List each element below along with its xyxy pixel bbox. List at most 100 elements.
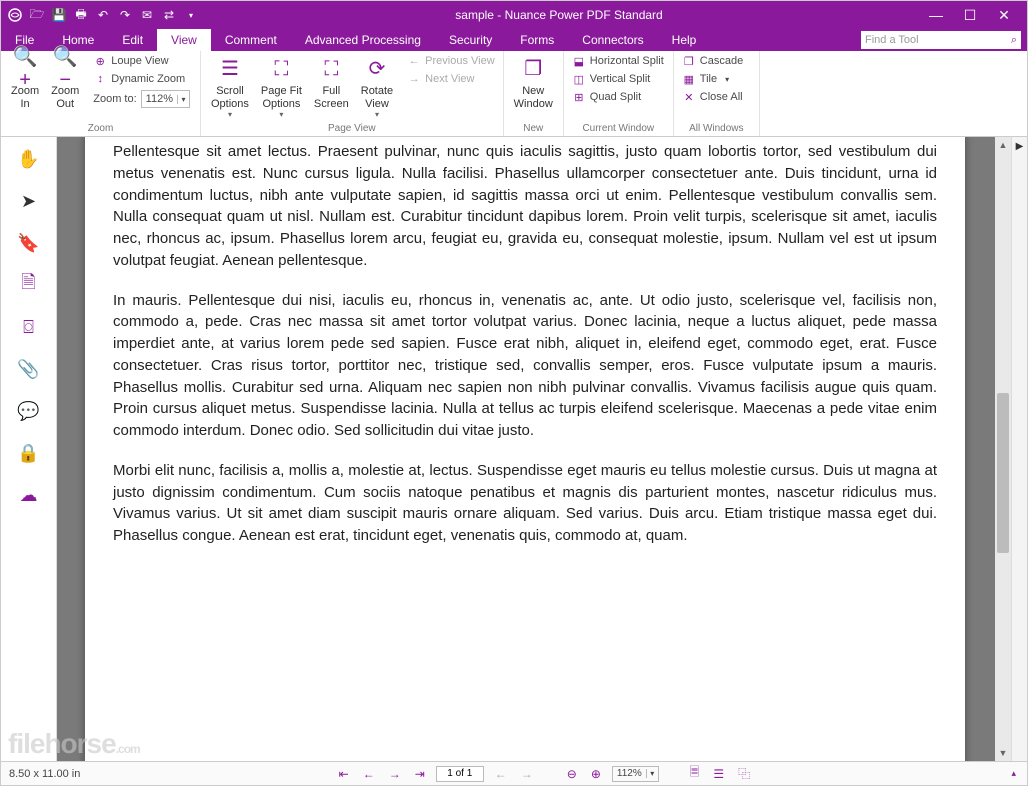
full-screen-button[interactable]: ⛶ Full Screen bbox=[310, 53, 353, 112]
continuous-view-button[interactable]: ☰ bbox=[710, 767, 727, 781]
chevron-down-icon[interactable]: ▾ bbox=[646, 769, 658, 778]
cascade-button[interactable]: ❐Cascade bbox=[680, 53, 745, 69]
rotate-view-button[interactable]: ⟳ Rotate View ▾ bbox=[357, 53, 397, 121]
prev-page-button[interactable]: ← bbox=[360, 767, 378, 781]
dynamic-zoom-icon: ↕ bbox=[93, 72, 107, 86]
search-icon[interactable]: ⌕ bbox=[1011, 34, 1017, 47]
chevron-down-icon[interactable]: ▾ bbox=[177, 95, 189, 104]
first-page-button[interactable]: ⇤ bbox=[336, 767, 352, 781]
full-screen-label: Full Screen bbox=[314, 85, 349, 110]
page-fit-options-button[interactable]: ⛶ Page Fit Options ▾ bbox=[257, 53, 306, 121]
save-icon[interactable]: 💾 bbox=[51, 7, 67, 23]
window-title: sample - Nuance Power PDF Standard bbox=[199, 8, 919, 22]
scroll-options-icon: ☰ bbox=[216, 55, 244, 83]
scroll-up-button[interactable]: ▲ bbox=[995, 137, 1011, 153]
tile-label: Tile bbox=[700, 73, 717, 85]
mail-icon[interactable]: ✉ bbox=[139, 7, 155, 23]
new-window-button[interactable]: ❐ New Window bbox=[510, 53, 557, 112]
facing-view-button[interactable]: ⿻ bbox=[735, 765, 753, 782]
zoom-status-combo[interactable]: 112% ▾ bbox=[612, 766, 659, 782]
v-split-icon: ◫ bbox=[572, 72, 586, 86]
stamps-panel-button[interactable]: ⌼ bbox=[15, 313, 43, 341]
cloud-panel-button[interactable]: ☁ bbox=[15, 481, 43, 509]
quad-split-button[interactable]: ⊞Quad Split bbox=[570, 89, 666, 105]
menu-comment[interactable]: Comment bbox=[211, 29, 291, 51]
select-tool-button[interactable]: ➤ bbox=[15, 187, 43, 215]
redo-icon[interactable]: ↷ bbox=[117, 7, 133, 23]
v-split-label: Vertical Split bbox=[590, 73, 651, 85]
print-icon[interactable]: 🖶 bbox=[73, 7, 89, 23]
menu-view[interactable]: View bbox=[157, 29, 211, 51]
open-icon[interactable]: 🗁 bbox=[29, 7, 45, 23]
zoom-out-button[interactable]: 🔍− Zoom Out bbox=[47, 53, 83, 112]
zoom-to-row: Zoom to: 112% ▾ bbox=[91, 89, 192, 109]
find-tool-placeholder: Find a Tool bbox=[865, 34, 919, 46]
loupe-icon: ⊕ bbox=[93, 54, 107, 68]
menu-help[interactable]: Help bbox=[658, 29, 711, 51]
new-group-label: New bbox=[510, 121, 557, 136]
new-window-label: New Window bbox=[514, 85, 553, 110]
menu-security[interactable]: Security bbox=[435, 29, 506, 51]
next-page-button[interactable]: → bbox=[386, 767, 404, 781]
zoom-to-label: Zoom to: bbox=[93, 93, 136, 105]
current-window-group-label: Current Window bbox=[570, 121, 667, 136]
last-page-button[interactable]: ⇥ bbox=[412, 767, 428, 781]
undo-icon[interactable]: ↶ bbox=[95, 7, 111, 23]
scroll-thumb[interactable] bbox=[997, 393, 1009, 553]
h-split-label: Horizontal Split bbox=[590, 55, 664, 67]
hand-tool-button[interactable]: ✋ bbox=[15, 145, 43, 173]
scroll-options-button[interactable]: ☰ Scroll Options ▾ bbox=[207, 53, 253, 121]
page-view-group-label: Page View bbox=[207, 121, 497, 136]
zoom-in-button[interactable]: 🔍+ Zoom In bbox=[7, 53, 43, 112]
zoom-group-label: Zoom bbox=[7, 121, 194, 136]
zoom-to-combo[interactable]: 112% ▾ bbox=[141, 90, 190, 108]
security-panel-button[interactable]: 🔒 bbox=[15, 439, 43, 467]
document-paragraph: Morbi elit nunc, facilisis a, mollis a, … bbox=[113, 460, 937, 547]
q-split-label: Quad Split bbox=[590, 91, 641, 103]
menu-connectors[interactable]: Connectors bbox=[568, 29, 657, 51]
zoom-out-icon: 🔍− bbox=[51, 55, 79, 83]
zoom-out-status-button[interactable]: ⊖ bbox=[564, 767, 580, 781]
tile-button[interactable]: ▦ Tile ▾ bbox=[680, 71, 745, 87]
menu-edit[interactable]: Edit bbox=[108, 29, 157, 51]
tile-icon: ▦ bbox=[682, 72, 696, 86]
app-icon[interactable] bbox=[7, 7, 23, 23]
menu-forms[interactable]: Forms bbox=[506, 29, 568, 51]
scroll-down-button[interactable]: ▼ bbox=[995, 745, 1011, 761]
convert-icon[interactable]: ⇄ bbox=[161, 7, 177, 23]
prev-view-status-button: ← bbox=[492, 767, 510, 781]
vertical-scrollbar[interactable]: ▲ ▼ bbox=[995, 137, 1011, 761]
zoom-in-icon: 🔍+ bbox=[11, 55, 39, 83]
next-view-label: Next View bbox=[425, 73, 474, 85]
page-fit-label: Page Fit Options bbox=[261, 85, 302, 110]
bookmarks-button[interactable]: 🔖 bbox=[15, 229, 43, 257]
full-screen-icon: ⛶ bbox=[317, 55, 345, 83]
comments-panel-button[interactable]: 💬 bbox=[15, 397, 43, 425]
chevron-down-icon: ▾ bbox=[279, 110, 283, 119]
qat-dropdown-icon[interactable]: ▾ bbox=[183, 7, 199, 23]
expand-right-panel-button[interactable]: ▶ bbox=[1016, 141, 1024, 152]
zoom-in-status-button[interactable]: ⊕ bbox=[588, 767, 604, 781]
horizontal-split-button[interactable]: ⬓Horizontal Split bbox=[570, 53, 666, 69]
minimize-button[interactable]: — bbox=[919, 1, 953, 29]
find-tool-input[interactable]: Find a Tool ⌕ bbox=[861, 31, 1021, 49]
page-number-input[interactable] bbox=[436, 766, 484, 782]
single-page-view-button[interactable]: 🗏 bbox=[687, 763, 703, 784]
cascade-icon: ❐ bbox=[682, 54, 696, 68]
dynamic-zoom-button[interactable]: ↕Dynamic Zoom bbox=[91, 71, 192, 87]
vertical-split-button[interactable]: ◫ Vertical Split bbox=[570, 71, 666, 87]
loupe-view-button[interactable]: ⊕Loupe View bbox=[91, 53, 192, 69]
pages-panel-button[interactable]: 🗎 bbox=[15, 271, 43, 299]
close-all-button[interactable]: ✕Close All bbox=[680, 89, 745, 105]
status-chevron-up-icon[interactable]: ▴ bbox=[1008, 768, 1019, 779]
chevron-down-icon: ▾ bbox=[228, 110, 232, 119]
zoom-out-label: Zoom Out bbox=[51, 85, 79, 110]
maximize-button[interactable]: ☐ bbox=[953, 1, 987, 29]
rotate-label: Rotate View bbox=[361, 85, 393, 110]
zoom-status-value: 112% bbox=[613, 768, 646, 779]
close-button[interactable]: ✕ bbox=[987, 1, 1021, 29]
document-viewport[interactable]: Pellentesque sit amet lectus. Praesent p… bbox=[57, 137, 995, 761]
attachments-button[interactable]: 📎 bbox=[15, 355, 43, 383]
chevron-down-icon[interactable]: ▾ bbox=[725, 75, 729, 84]
menu-advanced-processing[interactable]: Advanced Processing bbox=[291, 29, 435, 51]
